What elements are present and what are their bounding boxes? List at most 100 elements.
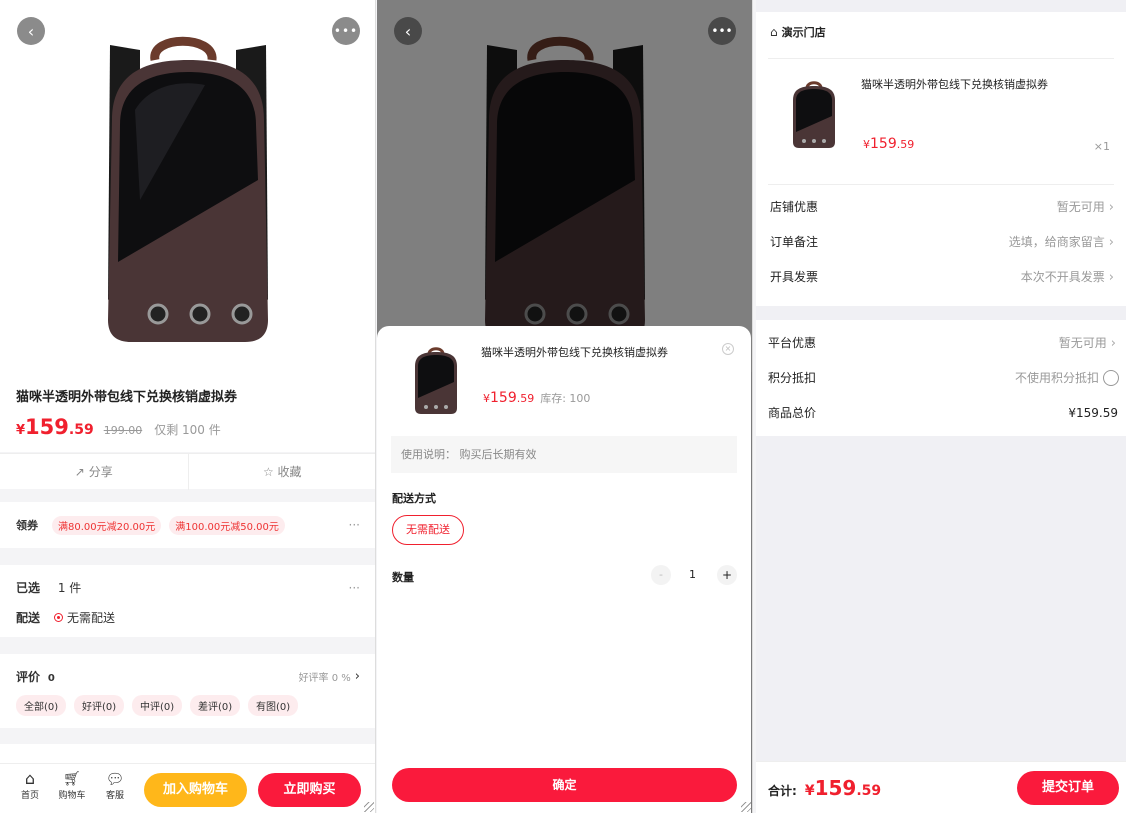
submit-bar: 合计: ¥ 159 .59 提交订单 [756, 761, 1126, 813]
nav-home[interactable]: ⌂ 首页 [14, 769, 46, 802]
review-count: 0 [47, 673, 55, 684]
review-tag[interactable]: 有图(0) [248, 695, 299, 716]
nav-chat-label: 客服 [105, 791, 124, 801]
shop-discount-value: 暂无可用 [1056, 200, 1105, 214]
usage-value: 购买后长期有效 [459, 448, 537, 461]
invoice-row[interactable]: 开具发票 本次不开具发票 › [770, 268, 1114, 285]
spec-sheet-panel: ‹ ••• 猫咪半透明外带包线下兑换核销虚拟券 × ¥ 159 .59 库存: … [377, 0, 753, 813]
order-item-thumbnail [793, 81, 835, 148]
more-button[interactable]: ••• [332, 17, 360, 45]
decrement-button[interactable]: - [651, 565, 671, 585]
back-button[interactable]: ‹ [394, 17, 422, 45]
more-icon: ••• [711, 24, 733, 38]
share-label: 分享 [88, 464, 113, 479]
selected-value: 1 件 [57, 581, 82, 595]
chevron-left-icon: ‹ [404, 21, 412, 41]
sheet-price-integer: 159 [490, 390, 517, 406]
shop-discount-row[interactable]: 店铺优惠 暂无可用 › [770, 198, 1114, 215]
nav-cart-label: 购物车 [58, 791, 86, 801]
add-to-cart-button[interactable]: 加入购物车 [144, 773, 247, 807]
order-price-currency: ¥ [863, 138, 870, 151]
coupon-tag[interactable]: 满80.00元减20.00元 [52, 515, 162, 535]
selected-row[interactable]: 已选 1 件 ··· [16, 579, 360, 596]
buy-now-button[interactable]: 立即购买 [258, 773, 361, 807]
store-card: ⌂ 演示门店 猫咪半透明外带包线下兑换核销虚拟券 ¥ 159 .59 ×1 店铺… [756, 12, 1126, 306]
goods-total-row: 商品总价 ¥159.59 [768, 404, 1118, 421]
store-header: ⌂ 演示门店 [770, 24, 826, 40]
confirm-button[interactable]: 确定 [392, 768, 737, 802]
price-row: ¥ 159 .59 199.00 仅剩 100 件 [16, 415, 360, 439]
platform-discount-value: 暂无可用 [1058, 336, 1107, 350]
points-label: 积分抵扣 [768, 371, 817, 385]
usage-note: 使用说明： 购买后长期有效 [391, 436, 737, 473]
points-toggle[interactable] [1103, 369, 1119, 386]
favorite-button[interactable]: ☆ 收藏 [189, 454, 376, 490]
points-row: 积分抵扣 不使用积分抵扣 [768, 369, 1119, 386]
product-title: 猫咪半透明外带包线下兑换核销虚拟券 [16, 390, 238, 405]
chevron-right-icon: › [354, 669, 360, 684]
stock-note: 仅剩 100 件 [154, 423, 221, 437]
shop-discount-label: 店铺优惠 [770, 200, 819, 214]
close-button[interactable]: × [722, 343, 734, 355]
coupon-tag[interactable]: 满100.00元减50.00元 [169, 515, 285, 535]
order-price-decimal: .59 [896, 138, 915, 151]
more-button[interactable]: ••• [708, 17, 736, 45]
share-favorite-bar: ↗ 分享 ☆ 收藏 [0, 453, 376, 490]
order-note-value: 选填，给商家留言 [1008, 235, 1105, 249]
sheet-price-decimal: .59 [516, 392, 535, 405]
order-note-row[interactable]: 订单备注 选填，给商家留言 › [770, 233, 1114, 250]
review-tag[interactable]: 好评(0) [74, 695, 125, 716]
review-section: 评价 0 好评率 0 % › 全部(0) 好评(0) 中评(0) 差评(0) 有… [0, 654, 375, 728]
review-label: 评价 [16, 670, 41, 684]
resize-handle[interactable] [740, 801, 752, 813]
nav-home-label: 首页 [20, 791, 39, 801]
more-icon: ••• [333, 24, 359, 38]
order-price-integer: 159 [870, 136, 897, 152]
store-icon: ⌂ [770, 25, 778, 39]
delivery-method-label: 配送方式 [392, 492, 436, 505]
share-icon: ↗ [74, 464, 85, 479]
sheet-product-title: 猫咪半透明外带包线下兑换核销虚拟券 [481, 346, 668, 359]
delivery-row: 配送 无需配送 [16, 609, 360, 626]
chevron-right-icon: › [1108, 270, 1114, 285]
close-icon: × [724, 344, 732, 353]
platform-discount-row[interactable]: 平台优惠 暂无可用 › [768, 334, 1116, 351]
back-button[interactable]: ‹ [17, 17, 45, 45]
chevron-right-icon: › [1110, 336, 1116, 351]
delivery-label: 配送 [16, 611, 41, 625]
share-button[interactable]: ↗ 分享 [0, 453, 189, 490]
chevron-right-icon: › [1108, 235, 1114, 250]
sum-integer: 159 [814, 776, 857, 800]
nav-chat[interactable]: 💬︎ 客服 [99, 770, 131, 801]
store-name: 演示门店 [781, 26, 826, 39]
product-info: 猫咪半透明外带包线下兑换核销虚拟券 ¥ 159 .59 199.00 仅剩 10… [0, 372, 375, 452]
more-icon: ··· [348, 518, 360, 532]
original-price: 199.00 [103, 424, 143, 437]
invoice-value: 本次不开具发票 [1020, 270, 1105, 284]
price-decimal: .59 [68, 422, 94, 438]
home-icon: ⌂ [24, 769, 36, 788]
increment-button[interactable]: + [717, 565, 737, 585]
good-rate: 好评率 0 % [298, 673, 351, 684]
resize-handle[interactable] [363, 801, 375, 813]
sum-decimal: .59 [856, 783, 882, 799]
usage-label: 使用说明： [401, 448, 456, 461]
selection-section: 已选 1 件 ··· 配送 无需配送 [0, 565, 375, 637]
quantity-value[interactable]: 1 [689, 565, 696, 585]
nav-cart[interactable]: 🛒︎ 购物车 [56, 770, 88, 801]
star-icon: ☆ [262, 464, 274, 479]
price-integer: 159 [25, 415, 69, 439]
good-rate-link[interactable]: 好评率 0 % › [299, 669, 360, 684]
review-tag[interactable]: 差评(0) [190, 695, 241, 716]
order-item-title: 猫咪半透明外带包线下兑换核销虚拟券 [861, 78, 1048, 91]
review-tag[interactable]: 全部(0) [16, 695, 67, 716]
sheet-price-currency: ¥ [483, 392, 490, 405]
price-currency: ¥ [16, 423, 26, 438]
submit-order-button[interactable]: 提交订单 [1017, 771, 1119, 805]
selected-label: 已选 [16, 581, 41, 595]
delivery-option[interactable]: 无需配送 [392, 515, 464, 545]
coupon-section[interactable]: 领券 满80.00元减20.00元 满100.00元减50.00元 ··· [0, 502, 375, 548]
goods-total-label: 商品总价 [768, 406, 817, 420]
coupon-label: 领券 [16, 519, 38, 532]
review-tag[interactable]: 中评(0) [132, 695, 183, 716]
